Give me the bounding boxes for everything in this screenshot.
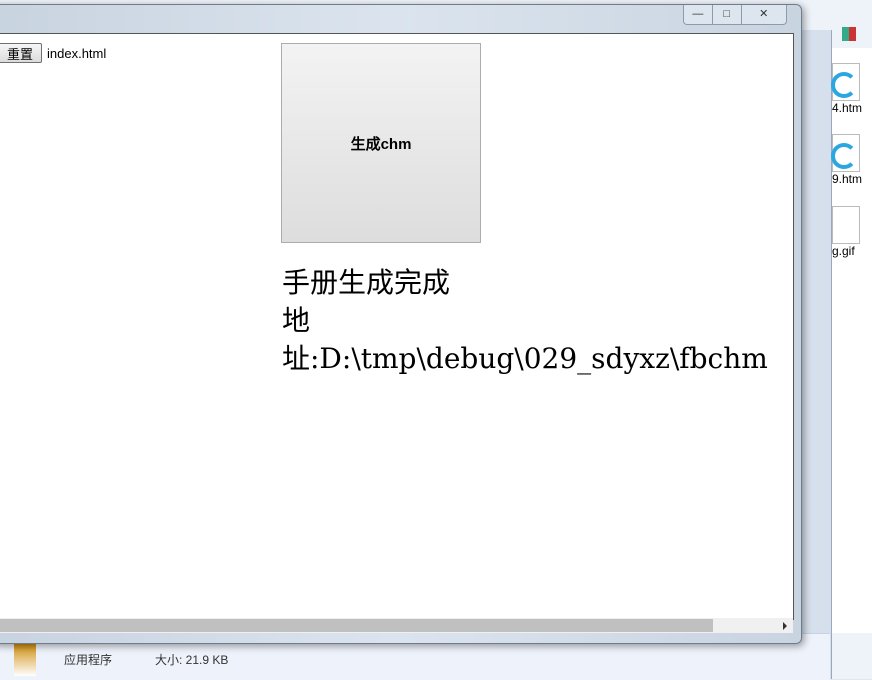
ie-file-icon — [831, 134, 860, 172]
view-options-icon[interactable] — [842, 27, 856, 41]
file-label: 4.htm — [832, 101, 863, 115]
reset-button[interactable]: 重置 — [0, 43, 42, 63]
result-message: 手册生成完成 地址:D:\tmp\debug\029_sdyxz\fbchm — [282, 264, 802, 378]
file-size: 大小: 21.9 KB — [155, 653, 229, 667]
horizontal-scrollbar[interactable] — [0, 618, 793, 633]
file-item[interactable]: 4.htm — [831, 63, 872, 115]
file-label: 9.htm — [832, 172, 863, 186]
file-label: g.gif — [832, 244, 855, 258]
scrollbar-thumb[interactable] — [0, 619, 713, 632]
file-item[interactable]: 9.htm — [831, 134, 872, 186]
gif-file-icon — [832, 206, 860, 244]
browser-content: 重置 index.html 生成chm 手册生成完成 地址:D:\tmp\deb… — [0, 33, 794, 620]
minimize-button[interactable]: — — [684, 5, 713, 24]
window-controls: — □ ✕ — [683, 5, 787, 25]
scroll-right-arrow-icon[interactable] — [783, 622, 787, 630]
file-name-label: index.html — [47, 46, 107, 61]
close-button[interactable]: ✕ — [742, 5, 786, 24]
file-type: 应用程序 — [64, 653, 113, 667]
generate-chm-button[interactable]: 生成chm — [281, 43, 481, 243]
result-status: 手册生成完成 — [282, 266, 451, 299]
file-list: 4.htm 9.htm g.gif — [831, 48, 872, 633]
ie-file-icon — [831, 63, 860, 101]
file-item[interactable]: g.gif — [832, 206, 872, 258]
maximize-button[interactable]: □ — [713, 5, 742, 24]
application-icon — [14, 642, 36, 676]
result-path: 地址:D:\tmp\debug\029_sdyxz\fbchm — [282, 304, 768, 375]
